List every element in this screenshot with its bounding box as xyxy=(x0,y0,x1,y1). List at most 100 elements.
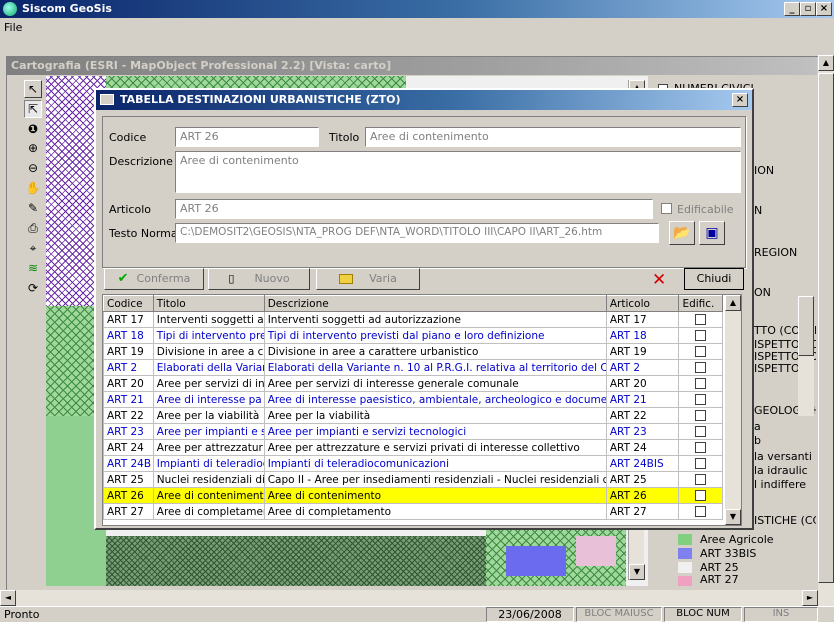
open-folder-button[interactable]: 📂 xyxy=(669,221,695,245)
cell-descrizione[interactable]: Aree di contenimento xyxy=(263,487,607,504)
cell-edific[interactable] xyxy=(678,407,723,424)
table-row[interactable]: ART 21 Aree di interesse pa Aree di intere… xyxy=(103,391,723,408)
outer-scroll-left-icon[interactable]: ◄ xyxy=(0,590,16,606)
map-scroll-down-icon[interactable]: ▼ xyxy=(629,564,645,580)
edific-checkbox[interactable] xyxy=(695,362,707,373)
cell-articolo[interactable]: ART 17 xyxy=(605,311,680,328)
cell-articolo[interactable]: ART 27 xyxy=(605,503,680,520)
edific-checkbox[interactable] xyxy=(695,506,707,517)
chiudi-button[interactable]: Chiudi xyxy=(684,268,744,290)
edific-checkbox[interactable] xyxy=(695,490,707,501)
cell-titolo[interactable]: Aree di completamer xyxy=(152,503,265,520)
cell-descrizione[interactable]: Aree di completamento xyxy=(263,503,607,520)
cell-edific[interactable] xyxy=(678,503,723,520)
zoom-in-icon[interactable]: ⊕ xyxy=(24,140,42,158)
cell-titolo[interactable]: Aree di contenimento xyxy=(152,487,265,504)
cell-descrizione[interactable]: Aree per servizi di interesse generale c… xyxy=(263,375,607,392)
cell-titolo[interactable]: Divisione in aree a ca xyxy=(152,343,265,360)
table-row[interactable]: ART 22 Aree per la viabilità Aree per la v… xyxy=(103,407,723,424)
cell-titolo[interactable]: Tipi di intervento previ xyxy=(152,327,265,344)
maximize-button[interactable]: ▫ xyxy=(800,2,816,16)
outer-hscroll[interactable]: ◄ ► xyxy=(0,590,834,606)
cell-codice[interactable]: ART 17 xyxy=(103,311,154,328)
refresh-icon[interactable]: ⟳ xyxy=(24,280,42,298)
cell-titolo[interactable]: Aree per la viabilità xyxy=(152,407,265,424)
cell-descrizione[interactable]: Aree per la viabilità xyxy=(263,407,607,424)
column-header-descrizione[interactable]: Descrizione xyxy=(263,295,607,312)
descrizione-field[interactable]: Aree di contenimento xyxy=(175,151,741,193)
cell-codice[interactable]: ART 20 xyxy=(103,375,154,392)
table-row[interactable]: ART 25 Nuclei residenziali di Capo II - Ar… xyxy=(103,471,723,488)
cell-descrizione[interactable]: Impianti di teleradiocomunicazioni xyxy=(263,455,607,472)
testo-norma-field[interactable]: C:\DEMOSIT2\GEOSIS\NTA_PROG DEF\NTA_WORD… xyxy=(175,223,659,243)
cell-edific[interactable] xyxy=(678,455,723,472)
minimize-button[interactable]: _ xyxy=(784,2,800,16)
conferma-button[interactable]: ✔ Conferma xyxy=(104,268,204,290)
cell-codice[interactable]: ART 2 xyxy=(103,359,154,376)
cell-descrizione[interactable]: Tipi di intervento previsti dal piano e … xyxy=(263,327,607,344)
cell-edific[interactable] xyxy=(678,391,723,408)
varia-button[interactable]: Varia xyxy=(316,268,420,290)
table-row[interactable]: ART 27 Aree di completamer Aree di complet… xyxy=(103,503,723,520)
edific-checkbox[interactable] xyxy=(695,346,707,357)
cell-descrizione[interactable]: Interventi soggetti ad autorizzazione xyxy=(263,311,607,328)
pointer-tool-icon[interactable]: ↖ xyxy=(24,80,42,98)
cell-articolo[interactable]: ART 24BIS xyxy=(605,455,680,472)
close-button[interactable]: × xyxy=(816,2,832,16)
edific-checkbox[interactable] xyxy=(695,378,707,389)
edificabile-checkbox[interactable] xyxy=(661,203,672,214)
table-row[interactable]: ART 20 Aree per servizi di in Aree per ser… xyxy=(103,375,723,392)
cell-edific[interactable] xyxy=(678,471,723,488)
cell-codice[interactable]: ART 22 xyxy=(103,407,154,424)
dialog-close-button[interactable]: × xyxy=(732,93,748,107)
table-row[interactable]: ART 19 Divisione in aree a ca Divisione in… xyxy=(103,343,723,360)
codice-field[interactable]: ART 26 xyxy=(175,127,319,147)
titolo-field[interactable]: Aree di contenimento xyxy=(365,127,741,147)
cell-titolo[interactable]: Aree per attrezzatur xyxy=(152,439,265,456)
edific-checkbox[interactable] xyxy=(695,330,707,341)
edific-checkbox[interactable] xyxy=(695,426,707,437)
table-scroll-down-icon[interactable]: ▼ xyxy=(725,509,741,525)
edific-checkbox[interactable] xyxy=(695,394,707,405)
pan-hand-icon[interactable]: ✋ xyxy=(24,180,42,198)
table-row[interactable]: ART 24B Impianti di teleradioc Impianti di… xyxy=(103,455,723,472)
column-header-edific[interactable]: Edific. xyxy=(678,295,723,312)
edific-checkbox[interactable] xyxy=(695,410,707,421)
articolo-field[interactable]: ART 26 xyxy=(175,199,653,219)
cell-edific[interactable] xyxy=(678,439,723,456)
table-row[interactable]: ART 23 Aree per impianti e s Aree per impi… xyxy=(103,423,723,440)
cell-descrizione[interactable]: Elaborati della Variante n. 10 al P.R.G.… xyxy=(263,359,607,376)
edific-checkbox[interactable] xyxy=(695,442,707,453)
cell-codice[interactable]: ART 19 xyxy=(103,343,154,360)
cell-titolo[interactable]: Aree per impianti e s xyxy=(152,423,265,440)
cell-titolo[interactable]: Elaborati della Variar xyxy=(152,359,265,376)
cell-articolo[interactable]: ART 18 xyxy=(605,327,680,344)
table-row[interactable]: ART 26 Aree di contenimento Aree di conten… xyxy=(103,487,723,504)
table-vscroll[interactable]: ▲ ▼ xyxy=(725,295,741,525)
cell-articolo[interactable]: ART 19 xyxy=(605,343,680,360)
cell-edific[interactable] xyxy=(678,487,723,504)
cell-articolo[interactable]: ART 25 xyxy=(605,471,680,488)
cell-descrizione[interactable]: Divisione in aree a carattere urbanistic… xyxy=(263,343,607,360)
table-row[interactable]: ART 18 Tipi di intervento previ Tipi di in… xyxy=(103,327,723,344)
legend-vscroll[interactable] xyxy=(798,296,814,416)
outer-scroll-up-icon[interactable]: ▲ xyxy=(818,55,834,71)
cell-descrizione[interactable]: Aree per attrezzature e servizi privati … xyxy=(263,439,607,456)
find-binoculars-icon[interactable]: ⌖ xyxy=(24,240,42,258)
outer-scroll-right-icon[interactable]: ► xyxy=(802,590,818,606)
table-row[interactable]: ART 17 Interventi soggetti ad Interventi s… xyxy=(103,311,723,328)
table-row[interactable]: ART 24 Aree per attrezzatur Aree per attre… xyxy=(103,439,723,456)
outer-vscroll[interactable]: ▲ xyxy=(818,55,834,590)
cell-titolo[interactable]: Aree per servizi di in xyxy=(152,375,265,392)
cell-descrizione[interactable]: Capo II - Aree per insediamenti residenz… xyxy=(263,471,607,488)
cell-codice[interactable]: ART 24B xyxy=(103,455,154,472)
menu-file[interactable]: File xyxy=(4,21,22,34)
cell-descrizione[interactable]: Aree di interesse paesistico, ambientale… xyxy=(263,391,607,408)
cell-articolo[interactable]: ART 26 xyxy=(605,487,680,504)
info-tool-icon[interactable]: ❶ xyxy=(24,121,42,139)
cell-articolo[interactable]: ART 23 xyxy=(605,423,680,440)
cell-articolo[interactable]: ART 2 xyxy=(605,359,680,376)
legend-scroll-thumb[interactable] xyxy=(798,296,814,356)
column-header-titolo[interactable]: Titolo xyxy=(152,295,265,312)
cell-edific[interactable] xyxy=(678,423,723,440)
